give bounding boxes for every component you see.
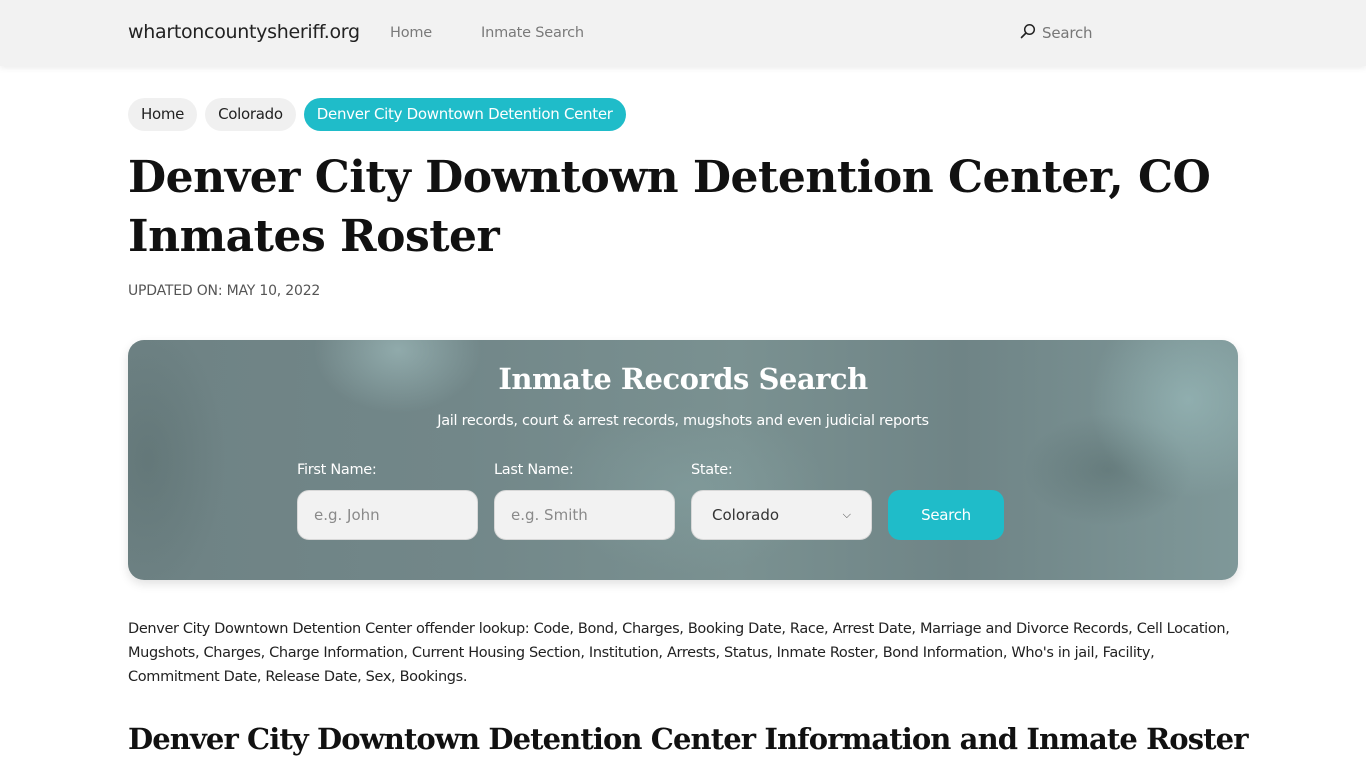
search-submit-button[interactable]: Search <box>888 490 1004 540</box>
updated-date: UPDATED ON: MAY 10, 2022 <box>128 283 321 299</box>
breadcrumb-current[interactable]: Denver City Downtown Detention Center <box>303 98 626 131</box>
first-name-label: First Name: <box>297 462 377 478</box>
breadcrumb-home[interactable]: Home <box>128 98 198 131</box>
section-heading: Denver City Downtown Detention Center In… <box>128 722 1249 756</box>
nav-link-home[interactable]: Home <box>390 25 432 41</box>
breadcrumb: Home Colorado Denver City Downtown Deten… <box>128 98 626 131</box>
site-brand-link[interactable]: whartoncountysheriff.org <box>128 21 360 43</box>
state-select[interactable]: Colorado ⌵ <box>691 490 872 540</box>
nav-search-button[interactable]: Search <box>1020 23 1093 43</box>
inmate-search-panel: Inmate Records Search Jail records, cour… <box>128 340 1238 580</box>
navbar: whartoncountysheriff.org Home Inmate Sea… <box>0 0 1366 66</box>
last-name-input[interactable] <box>494 490 675 540</box>
breadcrumb-colorado[interactable]: Colorado <box>205 98 296 131</box>
facility-description: Denver City Downtown Detention Center of… <box>128 621 1230 685</box>
last-name-label: Last Name: <box>494 462 574 478</box>
first-name-input[interactable] <box>297 490 478 540</box>
page-title: Denver City Downtown Detention Center, C… <box>128 152 1211 262</box>
state-label: State: <box>691 462 733 478</box>
chevron-down-icon: ⌵ <box>842 508 851 521</box>
search-icon <box>1020 23 1042 43</box>
search-panel-subtitle: Jail records, court & arrest records, mu… <box>437 413 929 429</box>
nav-search-label: Search <box>1042 24 1093 42</box>
search-panel-title: Inmate Records Search <box>498 362 868 396</box>
nav-link-inmate-search[interactable]: Inmate Search <box>481 25 584 41</box>
state-selected-value: Colorado <box>712 506 780 524</box>
